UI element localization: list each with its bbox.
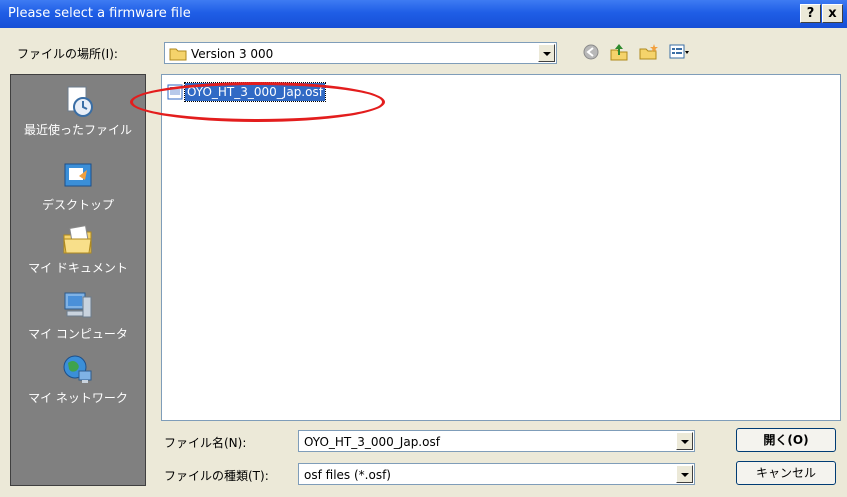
- desktop-icon: [64, 163, 92, 187]
- help-button[interactable]: ?: [800, 4, 821, 23]
- place-my-documents[interactable]: マイ ドキュメント: [11, 223, 145, 276]
- back-icon[interactable]: [580, 42, 602, 62]
- place-my-computer[interactable]: マイ コンピュータ: [11, 289, 145, 342]
- title-bar: Please select a firmware file ? x: [0, 0, 847, 28]
- cancel-button[interactable]: キャンセル: [736, 461, 836, 485]
- my-network-icon: [63, 355, 92, 383]
- open-button[interactable]: 開く(O): [736, 428, 836, 452]
- place-recent[interactable]: 最近使ったファイル: [11, 85, 145, 138]
- place-recent-label: 最近使ったファイル: [23, 123, 132, 137]
- chevron-down-icon[interactable]: [676, 465, 693, 483]
- new-folder-icon[interactable]: [638, 42, 660, 62]
- filename-label: ファイル名(N):: [164, 436, 247, 450]
- window-title: Please select a firmware file: [8, 6, 191, 21]
- recent-files-icon: [67, 86, 93, 117]
- filetype-select[interactable]: osf files (*.osf): [298, 463, 695, 485]
- chevron-down-icon[interactable]: [676, 432, 693, 450]
- up-folder-icon[interactable]: [608, 42, 630, 62]
- place-my-computer-label: マイ コンピュータ: [28, 327, 128, 341]
- place-desktop[interactable]: デスクトップ: [11, 160, 145, 213]
- look-in-dropdown[interactable]: Version 3 000: [164, 42, 557, 64]
- place-my-network[interactable]: マイ ネットワーク: [11, 353, 145, 406]
- highlight-ellipse: [130, 82, 385, 122]
- place-desktop-label: デスクトップ: [41, 198, 114, 212]
- close-button[interactable]: x: [822, 4, 843, 23]
- places-bar: 最近使ったファイル デスクトップ マイ ドキュメント マイ コンピュータ マイ …: [10, 74, 146, 486]
- filetype-value: osf files (*.osf): [304, 468, 391, 482]
- file-list[interactable]: OYO_HT_3_000_Jap.osf: [161, 74, 841, 421]
- place-my-documents-label: マイ ドキュメント: [28, 261, 128, 275]
- filename-value: OYO_HT_3_000_Jap.osf: [304, 435, 440, 449]
- filetype-label: ファイルの種類(T):: [164, 469, 269, 483]
- place-my-network-label: マイ ネットワーク: [28, 391, 128, 405]
- look-in-label: ファイルの場所(I):: [17, 47, 118, 61]
- look-in-value: Version 3 000: [191, 47, 274, 61]
- filename-input[interactable]: OYO_HT_3_000_Jap.osf: [298, 430, 695, 452]
- chevron-down-icon[interactable]: [538, 44, 555, 62]
- my-documents-icon: [63, 225, 92, 254]
- view-menu-icon[interactable]: [668, 42, 690, 62]
- folder-icon: [169, 48, 187, 61]
- my-computer-icon: [64, 292, 92, 318]
